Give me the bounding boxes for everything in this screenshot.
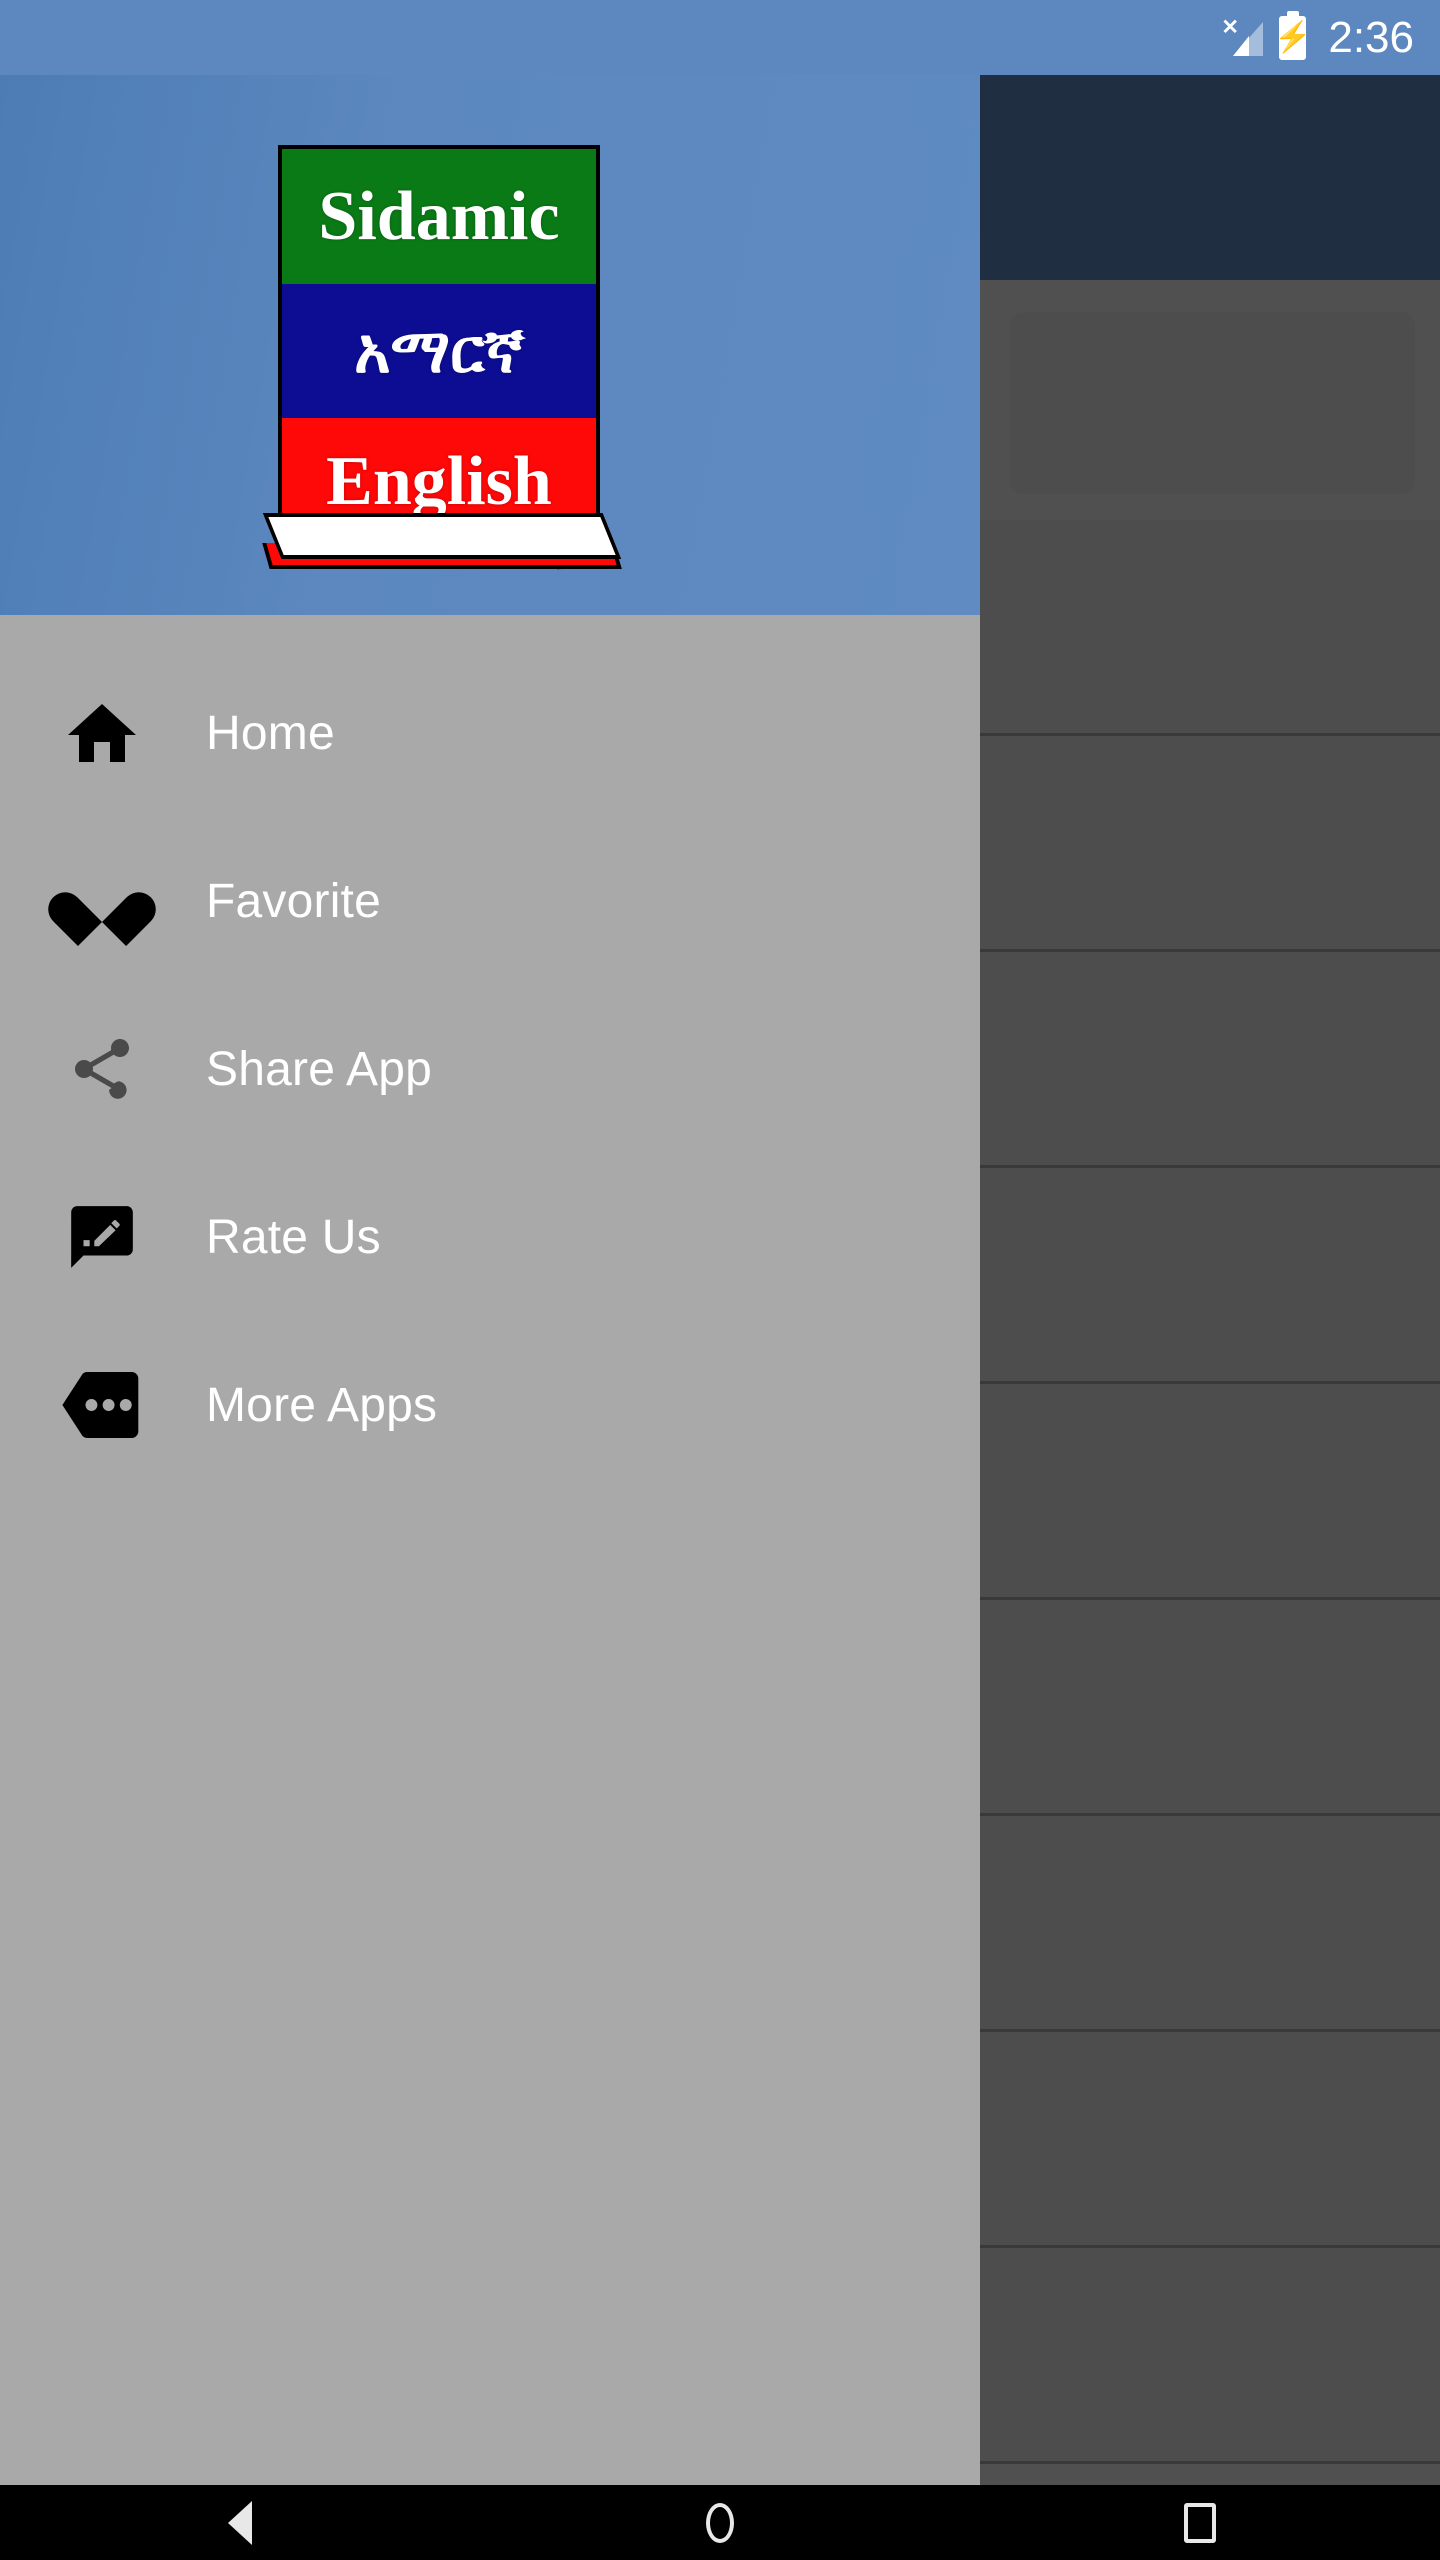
home-icon xyxy=(56,687,148,779)
sidebar-item-favorite[interactable]: Favorite xyxy=(0,817,980,985)
status-bar: ✕ ⚡ 2:36 xyxy=(0,0,1440,75)
share-icon xyxy=(56,1023,148,1115)
sidebar-item-share-app[interactable]: Share App xyxy=(0,985,980,1153)
sidebar-item-rate-us[interactable]: Rate Us xyxy=(0,1153,980,1321)
drawer-header: Sidamic አማርኛ English xyxy=(0,75,980,615)
background-search-card[interactable] xyxy=(1010,312,1415,494)
logo-band-sidamic: Sidamic xyxy=(282,149,596,284)
status-bar-clock: 2:36 xyxy=(1328,12,1414,62)
recents-button[interactable] xyxy=(1120,2485,1280,2560)
sidebar-item-label: More Apps xyxy=(206,1378,438,1432)
square-recents-icon xyxy=(1184,2502,1216,2543)
navigation-drawer[interactable]: Sidamic አማርኛ English Home Favorite Share… xyxy=(0,75,980,2485)
sidebar-item-label: Rate Us xyxy=(206,1210,381,1264)
app-logo-book: Sidamic አማርኛ English xyxy=(262,75,710,597)
rate-review-icon xyxy=(56,1191,148,1283)
home-button[interactable] xyxy=(640,2485,800,2560)
app-screen: ✕ ⚡ 2:36 Sidamic አማርኛ English Home Favor… xyxy=(0,0,1440,2560)
logo-band-amharic: አማርኛ xyxy=(282,284,596,418)
triangle-back-icon xyxy=(228,2500,252,2545)
android-nav-bar xyxy=(0,2485,1440,2560)
sidebar-item-more-apps[interactable]: More Apps xyxy=(0,1321,980,1489)
sidebar-item-label: Favorite xyxy=(206,874,381,928)
more-apps-icon xyxy=(56,1359,148,1451)
drawer-menu: Home Favorite Share App Rate Us More App… xyxy=(0,615,980,1489)
battery-charging-icon: ⚡ xyxy=(1274,15,1312,60)
status-bar-icons: ✕ ⚡ 2:36 xyxy=(1221,13,1414,63)
back-button[interactable] xyxy=(160,2485,320,2560)
sidebar-item-label: Home xyxy=(206,706,335,760)
signal-no-sim-icon: ✕ xyxy=(1221,17,1264,58)
sidebar-item-label: Share App xyxy=(206,1042,432,1096)
heart-icon xyxy=(56,855,148,947)
sidebar-item-home[interactable]: Home xyxy=(0,649,980,817)
circle-home-icon xyxy=(706,2502,734,2543)
